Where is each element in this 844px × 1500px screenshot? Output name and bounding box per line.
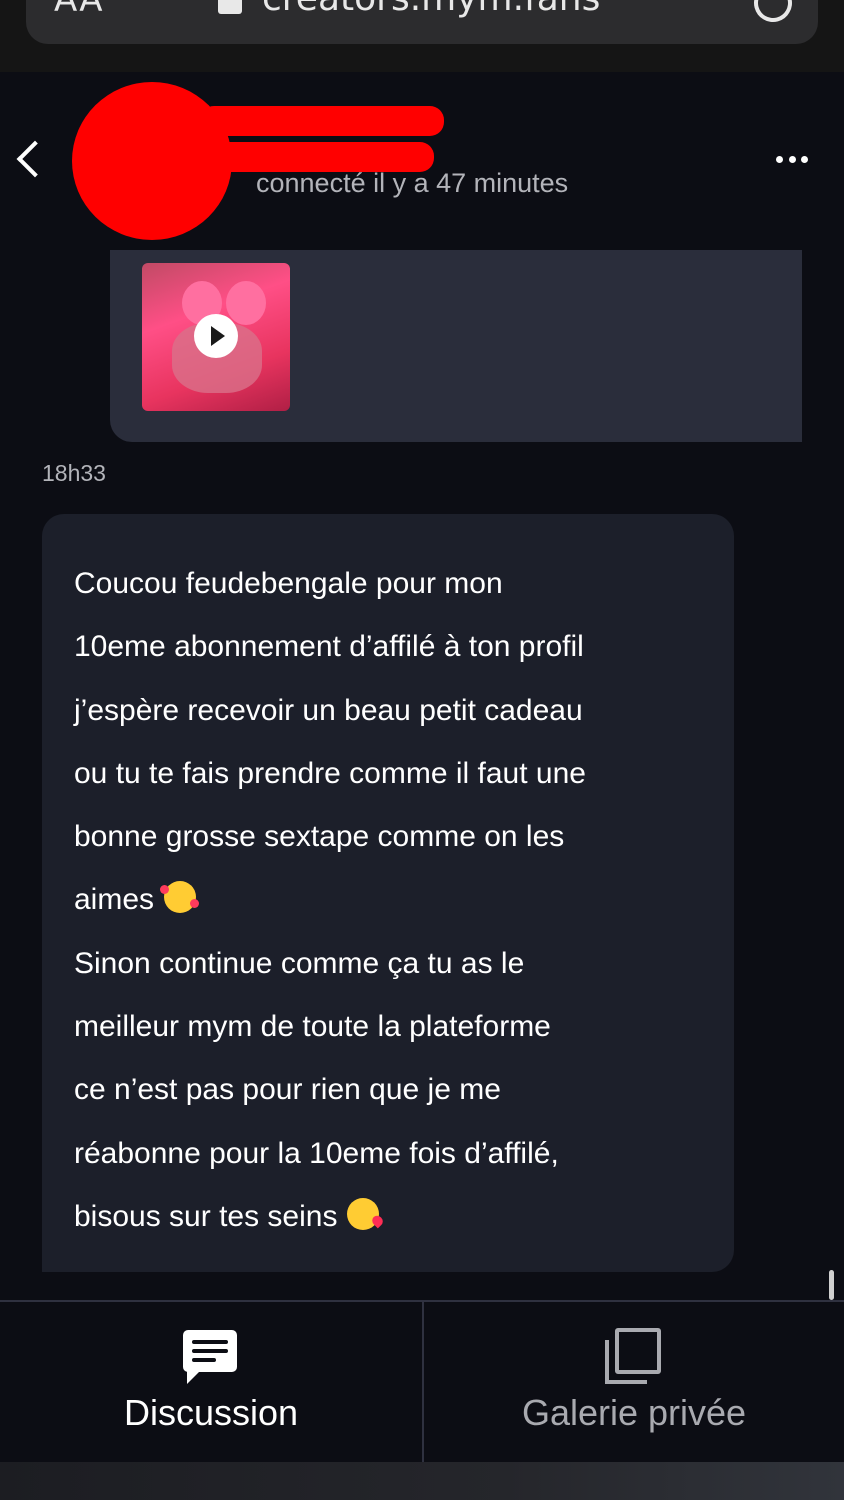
message-text: aimes: [74, 883, 155, 917]
chat-icon: [183, 1330, 237, 1384]
gallery-icon: [605, 1328, 661, 1384]
tab-label: Galerie privée: [521, 1392, 747, 1433]
message-line: ou tu te fais prendre comme il faut une: [74, 756, 586, 790]
message-line: meilleur mym de toute la plateforme: [74, 1010, 551, 1044]
message-line: bonne grosse sextape comme on les: [74, 820, 565, 854]
text-message-bubble: Coucou feudebengale pour mon 10eme abonn…: [42, 514, 734, 1272]
lock-icon: [218, 0, 242, 14]
message-line: Coucou feudebengale pour mon: [74, 567, 503, 600]
message-line-with-emoji: aimes: [74, 868, 702, 931]
video-thumbnail[interactable]: [142, 263, 290, 411]
message-timestamp: 18h33: [42, 460, 106, 486]
url-text[interactable]: creators.mym.fans: [262, 0, 600, 19]
face-blowing-a-kiss-icon: [347, 1197, 380, 1230]
more-options-icon[interactable]: [776, 156, 808, 164]
play-icon[interactable]: [194, 314, 238, 358]
tab-private-gallery[interactable]: Galerie privée: [424, 1302, 844, 1462]
back-arrow-icon[interactable]: [16, 140, 54, 178]
message-line: j’espère recevoir un beau petit cadeau: [74, 693, 583, 727]
tab-label: Discussion: [123, 1392, 299, 1433]
thumbnail-shape: [226, 281, 266, 325]
text-size-button[interactable]: AA: [54, 0, 103, 20]
message-line: réabonne pour la 10eme fois d’affilé,: [74, 1136, 559, 1170]
message-line: Sinon continue comme ça tu as le: [74, 946, 525, 980]
message-line: ce n’est pas pour rien que je me: [74, 1073, 501, 1107]
message-text: bisous sur tes seins: [74, 1199, 338, 1233]
smiling-face-with-hearts-icon: [160, 881, 200, 914]
redacted-username: [200, 106, 444, 136]
system-bottom-strip: [0, 1462, 844, 1500]
last-seen-status: connecté il y a 47 minutes: [256, 168, 569, 198]
message-line: 10eme abonnement d’affilé à ton profil: [74, 630, 584, 664]
browser-toolbar: AA creators.mym.fans: [0, 0, 844, 72]
message-line-with-emoji: bisous sur tes seins: [74, 1185, 702, 1248]
scrollbar[interactable]: [829, 1270, 834, 1300]
tab-discussion[interactable]: Discussion: [0, 1302, 422, 1462]
